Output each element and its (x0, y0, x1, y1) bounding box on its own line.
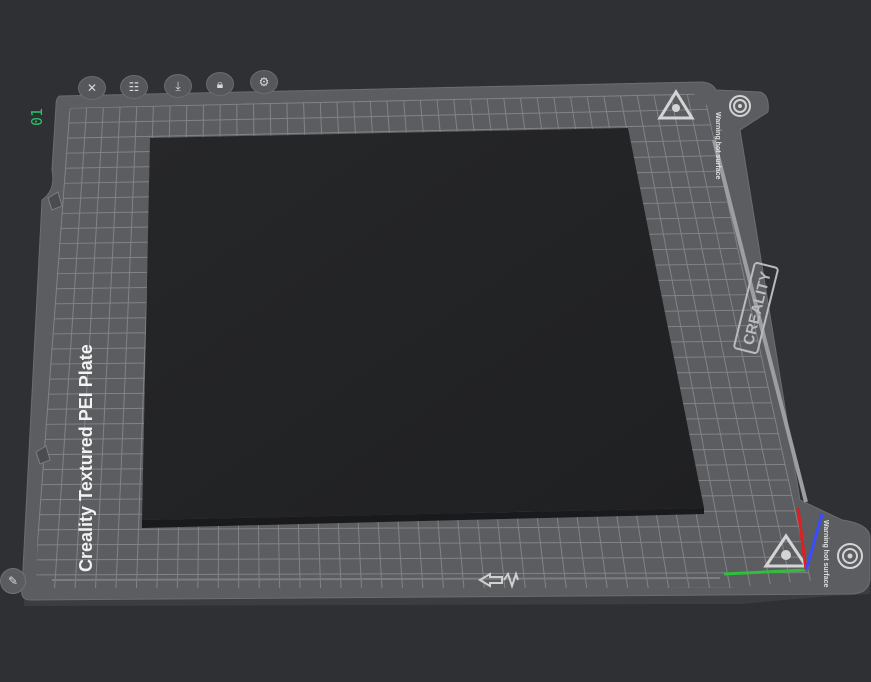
grid-icon: ☷ (128, 80, 140, 94)
lock-icon: 🔒︎ (216, 77, 224, 91)
gear-icon: ⚙ (258, 75, 270, 89)
close-plate-button[interactable]: ✕ (78, 76, 106, 100)
lock-plate-button[interactable]: 🔒︎ (206, 72, 234, 96)
auto-orient-button[interactable]: ⤓ (164, 74, 192, 98)
arrange-button[interactable]: ☷ (120, 75, 148, 99)
orient-icon: ⤓ (175, 79, 181, 93)
plate-index: 01 (28, 107, 47, 127)
pencil-icon: ✎ (7, 574, 19, 588)
fingerprint-icon-top (729, 95, 751, 117)
plate-settings-button[interactable]: ⚙ (250, 70, 278, 94)
model-object[interactable] (142, 128, 704, 520)
warning-text-top: Warning hot surface (714, 112, 721, 180)
plate-label: Creality Textured PEI Plate (76, 344, 96, 572)
plate-toolbar: ✕ ☷ ⤓ 🔒︎ ⚙ (74, 70, 294, 100)
3d-viewport[interactable]: CREALITY Warning hot surface Warning hot… (0, 0, 871, 678)
warning-text-bottom: Warning hot surface (822, 520, 829, 588)
build-plate-scene[interactable]: CREALITY Warning hot surface Warning hot… (0, 0, 871, 678)
edit-plate-name-button[interactable]: ✎ (0, 568, 26, 594)
close-icon: ✕ (86, 81, 98, 95)
